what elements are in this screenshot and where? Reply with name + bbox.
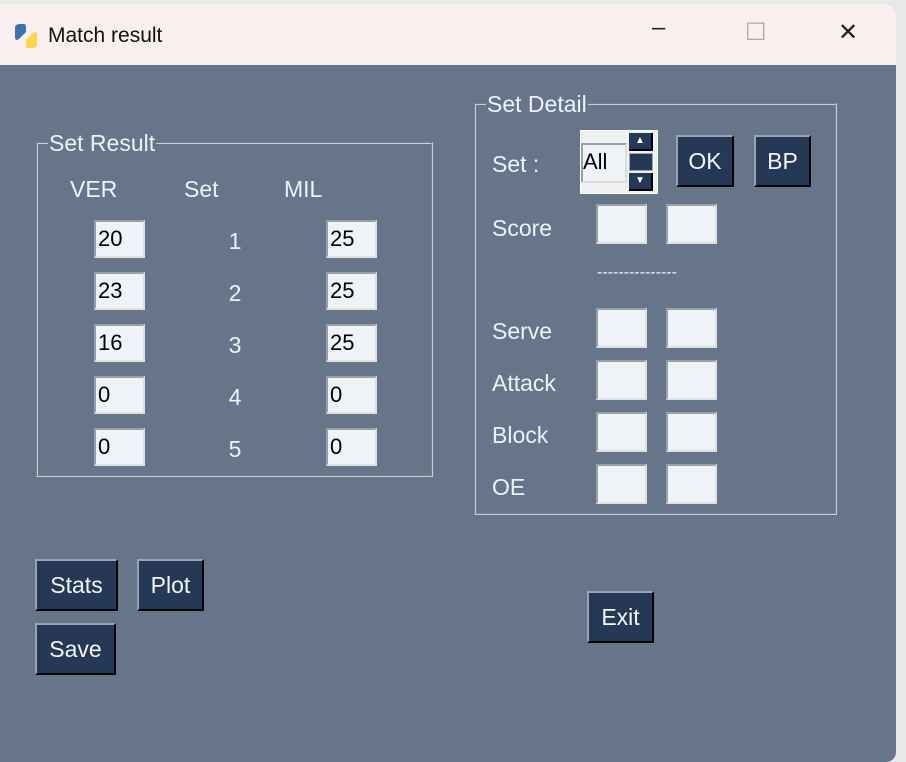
set-detail-legend: Set Detail	[486, 91, 588, 117]
mil-set4-input[interactable]: 0	[326, 376, 377, 414]
title-bar: Match result – ☐ ✕	[0, 4, 896, 65]
serve-mil-input[interactable]	[666, 308, 717, 348]
serve-label: Serve	[492, 318, 553, 344]
maximize-button[interactable]: ☐	[745, 18, 767, 47]
attack-label: Attack	[492, 370, 556, 396]
set-spinbox[interactable]: All ▲ ▼	[580, 130, 658, 194]
set-number: 4	[228, 384, 242, 410]
plot-button[interactable]: Plot	[137, 559, 204, 611]
bp-button[interactable]: BP	[754, 135, 811, 187]
oe-label: OE	[492, 474, 526, 500]
separator: ---------------	[597, 264, 677, 281]
minimize-button[interactable]: –	[652, 14, 665, 42]
set-number: 1	[228, 228, 242, 254]
ver-set1-input[interactable]: 20	[94, 220, 145, 258]
python-logo-icon	[15, 24, 37, 48]
spin-trough	[629, 153, 653, 171]
score-label: Score	[492, 215, 553, 241]
mil-header: MIL	[284, 176, 323, 202]
block-mil-input[interactable]	[666, 412, 717, 452]
set-result-legend: Set Result	[48, 130, 157, 156]
mil-set1-input[interactable]: 25	[326, 220, 377, 258]
attack-mil-input[interactable]	[666, 360, 717, 400]
ver-set4-input[interactable]: 0	[94, 376, 145, 414]
set-spinbox-value[interactable]: All	[581, 143, 627, 183]
ver-set3-input[interactable]: 16	[94, 324, 145, 362]
spin-up-arrow-icon[interactable]: ▲	[629, 133, 653, 151]
oe-ver-input[interactable]	[596, 464, 647, 504]
mil-set2-input[interactable]: 25	[326, 272, 377, 310]
window-title: Match result	[48, 24, 163, 47]
exit-button[interactable]: Exit	[587, 591, 654, 643]
spin-down-arrow-icon[interactable]: ▼	[629, 173, 653, 191]
score-ver-input[interactable]	[596, 204, 647, 244]
set-number: 5	[228, 436, 242, 462]
ver-header: VER	[70, 176, 118, 202]
ver-set5-input[interactable]: 0	[94, 428, 145, 466]
ver-set2-input[interactable]: 23	[94, 272, 145, 310]
stats-button[interactable]: Stats	[35, 559, 118, 611]
set-header: Set	[184, 176, 219, 202]
ok-button[interactable]: OK	[676, 135, 734, 187]
set-label: Set :	[492, 151, 540, 177]
block-label: Block	[492, 422, 549, 448]
close-button[interactable]: ✕	[838, 18, 858, 47]
match-result-window: Match result – ☐ ✕ Set Result VER Set MI…	[0, 4, 896, 762]
set-number: 2	[228, 280, 242, 306]
score-mil-input[interactable]	[666, 204, 717, 244]
attack-ver-input[interactable]	[596, 360, 647, 400]
set-number: 3	[228, 332, 242, 358]
save-button[interactable]: Save	[35, 623, 116, 675]
oe-mil-input[interactable]	[666, 464, 717, 504]
mil-set5-input[interactable]: 0	[326, 428, 377, 466]
mil-set3-input[interactable]: 25	[326, 324, 377, 362]
block-ver-input[interactable]	[596, 412, 647, 452]
serve-ver-input[interactable]	[596, 308, 647, 348]
